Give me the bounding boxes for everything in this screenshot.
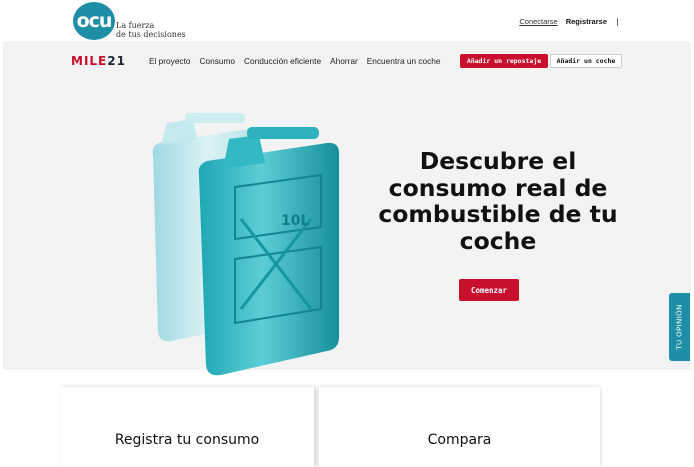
feedback-tab[interactable]: TU OPINIÓN bbox=[669, 293, 690, 361]
card-title: Compara bbox=[427, 432, 492, 448]
tagline-line-1: La fuerza bbox=[116, 21, 155, 30]
main-nav: El proyecto Consumo Conducción eficiente… bbox=[149, 56, 441, 66]
jerrycans-image: 10L bbox=[152, 113, 339, 376]
feedback-tab-label: TU OPINIÓN bbox=[675, 304, 684, 350]
nav-item-el-proyecto[interactable]: El proyecto bbox=[149, 56, 191, 66]
nav-item-consumo[interactable]: Consumo bbox=[200, 56, 236, 66]
login-link[interactable]: Conectarse bbox=[519, 17, 557, 26]
account-links: Conectarse Registrarse bbox=[519, 17, 618, 26]
nav-item-encuentra-un-coche[interactable]: Encuentra un coche bbox=[367, 56, 441, 66]
card-title: Registra tu consumo bbox=[114, 432, 260, 448]
mile21-logo[interactable]: MILE21 bbox=[71, 54, 126, 68]
mile21-logo-suffix: 21 bbox=[107, 54, 126, 68]
hero-section: MILE21 El proyecto Consumo Conducción ef… bbox=[3, 41, 691, 376]
add-car-button[interactable]: Añadir un coche bbox=[550, 54, 622, 68]
nav-item-conduccion-eficiente[interactable]: Conducción eficiente bbox=[244, 56, 321, 66]
ocu-logo[interactable]: ocu bbox=[73, 2, 115, 40]
tagline-line-2: de tus decisiones bbox=[116, 30, 186, 39]
top-bar: ocu La fuerza de tus decisiones Conectar… bbox=[0, 0, 694, 41]
card-register-consumption[interactable]: Registra tu consumo bbox=[60, 387, 314, 467]
hero-title: Descubre el consumo real de combustible … bbox=[378, 147, 618, 255]
start-button[interactable]: Comenzar bbox=[459, 279, 519, 301]
register-link[interactable]: Registrarse bbox=[566, 17, 607, 26]
nav-item-ahorrar[interactable]: Ahorrar bbox=[330, 56, 358, 66]
separator bbox=[617, 17, 618, 26]
jerrycan-label: 10L bbox=[281, 213, 309, 229]
add-refuel-button[interactable]: Añadir un repostaje bbox=[460, 54, 548, 68]
card-compare[interactable]: Compara bbox=[319, 387, 600, 467]
tagline: La fuerza de tus decisiones bbox=[116, 21, 186, 39]
mile21-logo-prefix: MILE bbox=[71, 54, 108, 68]
